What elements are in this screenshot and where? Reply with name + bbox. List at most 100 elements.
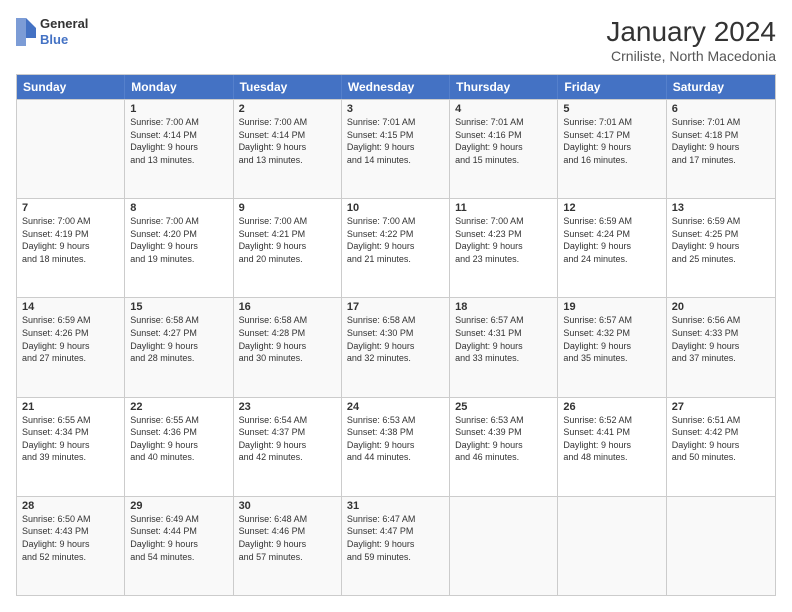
day-info: Sunrise: 7:00 AM Sunset: 4:14 PM Dayligh… [239, 116, 336, 166]
day-info: Sunrise: 7:00 AM Sunset: 4:19 PM Dayligh… [22, 215, 119, 265]
header: General Blue January 2024 Crniliste, Nor… [16, 16, 776, 64]
calendar-cell: 21Sunrise: 6:55 AM Sunset: 4:34 PM Dayli… [17, 398, 125, 496]
day-number: 15 [130, 301, 227, 313]
day-info: Sunrise: 6:55 AM Sunset: 4:34 PM Dayligh… [22, 414, 119, 464]
day-number: 20 [672, 301, 770, 313]
day-info: Sunrise: 7:00 AM Sunset: 4:21 PM Dayligh… [239, 215, 336, 265]
calendar-cell: 5Sunrise: 7:01 AM Sunset: 4:17 PM Daylig… [558, 100, 666, 198]
calendar-cell: 12Sunrise: 6:59 AM Sunset: 4:24 PM Dayli… [558, 199, 666, 297]
day-number: 7 [22, 202, 119, 214]
calendar-cell: 31Sunrise: 6:47 AM Sunset: 4:47 PM Dayli… [342, 497, 450, 595]
day-info: Sunrise: 6:57 AM Sunset: 4:32 PM Dayligh… [563, 314, 660, 364]
day-info: Sunrise: 6:50 AM Sunset: 4:43 PM Dayligh… [22, 513, 119, 563]
logo-text: General Blue [40, 16, 88, 47]
day-number: 13 [672, 202, 770, 214]
calendar-header-cell: Saturday [667, 75, 775, 99]
day-number: 29 [130, 500, 227, 512]
calendar-header-cell: Monday [125, 75, 233, 99]
calendar-header-cell: Thursday [450, 75, 558, 99]
day-number: 16 [239, 301, 336, 313]
calendar-week-row: 21Sunrise: 6:55 AM Sunset: 4:34 PM Dayli… [17, 397, 775, 496]
day-number: 5 [563, 103, 660, 115]
day-info: Sunrise: 6:54 AM Sunset: 4:37 PM Dayligh… [239, 414, 336, 464]
calendar-cell: 30Sunrise: 6:48 AM Sunset: 4:46 PM Dayli… [234, 497, 342, 595]
calendar: SundayMondayTuesdayWednesdayThursdayFrid… [16, 74, 776, 596]
main-title: January 2024 [606, 16, 776, 48]
calendar-cell [17, 100, 125, 198]
page: General Blue January 2024 Crniliste, Nor… [0, 0, 792, 612]
day-info: Sunrise: 6:57 AM Sunset: 4:31 PM Dayligh… [455, 314, 552, 364]
calendar-cell: 22Sunrise: 6:55 AM Sunset: 4:36 PM Dayli… [125, 398, 233, 496]
calendar-cell: 7Sunrise: 7:00 AM Sunset: 4:19 PM Daylig… [17, 199, 125, 297]
calendar-header-cell: Tuesday [234, 75, 342, 99]
day-number: 11 [455, 202, 552, 214]
day-info: Sunrise: 6:59 AM Sunset: 4:24 PM Dayligh… [563, 215, 660, 265]
day-info: Sunrise: 7:00 AM Sunset: 4:20 PM Dayligh… [130, 215, 227, 265]
calendar-cell: 4Sunrise: 7:01 AM Sunset: 4:16 PM Daylig… [450, 100, 558, 198]
day-info: Sunrise: 7:01 AM Sunset: 4:18 PM Dayligh… [672, 116, 770, 166]
calendar-week-row: 1Sunrise: 7:00 AM Sunset: 4:14 PM Daylig… [17, 99, 775, 198]
day-info: Sunrise: 7:00 AM Sunset: 4:23 PM Dayligh… [455, 215, 552, 265]
calendar-cell: 11Sunrise: 7:00 AM Sunset: 4:23 PM Dayli… [450, 199, 558, 297]
day-number: 4 [455, 103, 552, 115]
day-info: Sunrise: 7:01 AM Sunset: 4:16 PM Dayligh… [455, 116, 552, 166]
day-info: Sunrise: 6:52 AM Sunset: 4:41 PM Dayligh… [563, 414, 660, 464]
calendar-cell: 24Sunrise: 6:53 AM Sunset: 4:38 PM Dayli… [342, 398, 450, 496]
calendar-week-row: 14Sunrise: 6:59 AM Sunset: 4:26 PM Dayli… [17, 297, 775, 396]
calendar-body: 1Sunrise: 7:00 AM Sunset: 4:14 PM Daylig… [17, 99, 775, 595]
logo-general: General [40, 16, 88, 32]
day-info: Sunrise: 6:48 AM Sunset: 4:46 PM Dayligh… [239, 513, 336, 563]
day-number: 19 [563, 301, 660, 313]
day-number: 31 [347, 500, 444, 512]
calendar-header-cell: Wednesday [342, 75, 450, 99]
calendar-cell: 15Sunrise: 6:58 AM Sunset: 4:27 PM Dayli… [125, 298, 233, 396]
calendar-cell [558, 497, 666, 595]
calendar-cell: 28Sunrise: 6:50 AM Sunset: 4:43 PM Dayli… [17, 497, 125, 595]
logo-blue: Blue [40, 32, 88, 48]
day-info: Sunrise: 6:47 AM Sunset: 4:47 PM Dayligh… [347, 513, 444, 563]
day-number: 30 [239, 500, 336, 512]
day-info: Sunrise: 7:00 AM Sunset: 4:22 PM Dayligh… [347, 215, 444, 265]
day-number: 3 [347, 103, 444, 115]
day-number: 17 [347, 301, 444, 313]
logo-icon [16, 18, 36, 46]
calendar-cell: 25Sunrise: 6:53 AM Sunset: 4:39 PM Dayli… [450, 398, 558, 496]
calendar-week-row: 28Sunrise: 6:50 AM Sunset: 4:43 PM Dayli… [17, 496, 775, 595]
day-number: 27 [672, 401, 770, 413]
day-info: Sunrise: 7:00 AM Sunset: 4:14 PM Dayligh… [130, 116, 227, 166]
calendar-cell [450, 497, 558, 595]
title-block: January 2024 Crniliste, North Macedonia [606, 16, 776, 64]
calendar-cell: 27Sunrise: 6:51 AM Sunset: 4:42 PM Dayli… [667, 398, 775, 496]
calendar-cell: 14Sunrise: 6:59 AM Sunset: 4:26 PM Dayli… [17, 298, 125, 396]
day-number: 14 [22, 301, 119, 313]
day-number: 21 [22, 401, 119, 413]
day-info: Sunrise: 6:59 AM Sunset: 4:26 PM Dayligh… [22, 314, 119, 364]
day-number: 26 [563, 401, 660, 413]
day-info: Sunrise: 6:53 AM Sunset: 4:39 PM Dayligh… [455, 414, 552, 464]
day-number: 24 [347, 401, 444, 413]
calendar-cell: 16Sunrise: 6:58 AM Sunset: 4:28 PM Dayli… [234, 298, 342, 396]
calendar-cell: 29Sunrise: 6:49 AM Sunset: 4:44 PM Dayli… [125, 497, 233, 595]
day-number: 22 [130, 401, 227, 413]
day-info: Sunrise: 7:01 AM Sunset: 4:15 PM Dayligh… [347, 116, 444, 166]
calendar-cell: 20Sunrise: 6:56 AM Sunset: 4:33 PM Dayli… [667, 298, 775, 396]
day-info: Sunrise: 6:58 AM Sunset: 4:28 PM Dayligh… [239, 314, 336, 364]
calendar-cell: 13Sunrise: 6:59 AM Sunset: 4:25 PM Dayli… [667, 199, 775, 297]
calendar-header: SundayMondayTuesdayWednesdayThursdayFrid… [17, 75, 775, 99]
calendar-cell: 8Sunrise: 7:00 AM Sunset: 4:20 PM Daylig… [125, 199, 233, 297]
day-number: 6 [672, 103, 770, 115]
day-info: Sunrise: 6:56 AM Sunset: 4:33 PM Dayligh… [672, 314, 770, 364]
calendar-cell: 18Sunrise: 6:57 AM Sunset: 4:31 PM Dayli… [450, 298, 558, 396]
day-info: Sunrise: 7:01 AM Sunset: 4:17 PM Dayligh… [563, 116, 660, 166]
calendar-cell: 26Sunrise: 6:52 AM Sunset: 4:41 PM Dayli… [558, 398, 666, 496]
calendar-header-cell: Friday [558, 75, 666, 99]
calendar-cell: 1Sunrise: 7:00 AM Sunset: 4:14 PM Daylig… [125, 100, 233, 198]
day-number: 2 [239, 103, 336, 115]
day-info: Sunrise: 6:51 AM Sunset: 4:42 PM Dayligh… [672, 414, 770, 464]
day-info: Sunrise: 6:59 AM Sunset: 4:25 PM Dayligh… [672, 215, 770, 265]
calendar-cell: 19Sunrise: 6:57 AM Sunset: 4:32 PM Dayli… [558, 298, 666, 396]
day-info: Sunrise: 6:58 AM Sunset: 4:27 PM Dayligh… [130, 314, 227, 364]
calendar-cell: 10Sunrise: 7:00 AM Sunset: 4:22 PM Dayli… [342, 199, 450, 297]
calendar-cell: 3Sunrise: 7:01 AM Sunset: 4:15 PM Daylig… [342, 100, 450, 198]
calendar-header-cell: Sunday [17, 75, 125, 99]
